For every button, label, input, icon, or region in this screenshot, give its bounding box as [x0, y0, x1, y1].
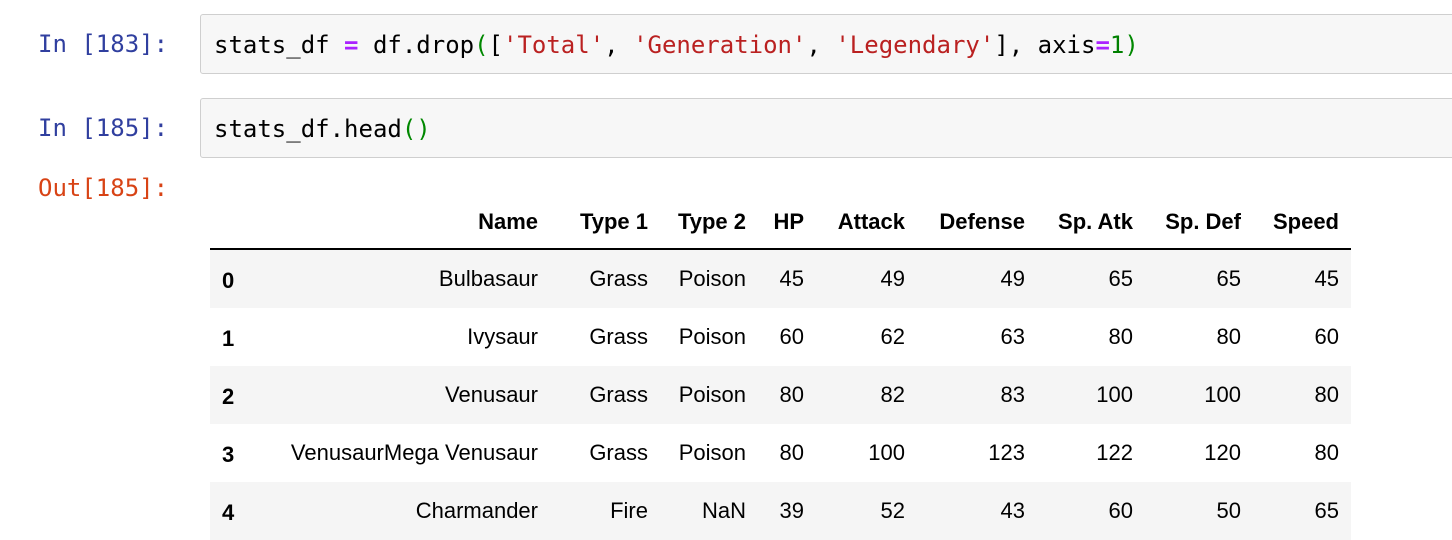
- column-header-sp-def: Sp. Def: [1133, 196, 1241, 250]
- code-token-paren: (: [474, 31, 489, 59]
- cell-defense: 63: [1000, 324, 1025, 349]
- cell-attack: 82: [880, 382, 905, 407]
- column-header-attack: Attack: [804, 196, 905, 250]
- cell-sp-atk: 100: [1096, 382, 1133, 407]
- column-header-speed: Speed: [1241, 196, 1351, 250]
- cell-attack: 62: [880, 324, 905, 349]
- cell-hp: 80: [779, 382, 804, 407]
- cell-type1: Grass: [589, 324, 648, 349]
- cell-name: Venusaur: [445, 382, 538, 407]
- cell-type1: Fire: [610, 498, 648, 523]
- column-header-name: Name: [270, 196, 550, 250]
- cell-type2: Poison: [678, 266, 746, 291]
- input-prompt: In [183]:: [38, 30, 169, 58]
- cell-speed: 65: [1314, 498, 1339, 523]
- code-token-plain: stats_df: [214, 31, 345, 59]
- cell-hp: 60: [779, 324, 804, 349]
- code-token-plain: ,: [604, 31, 634, 59]
- cell-sp-atk: 60: [1108, 498, 1133, 523]
- code-token-plain: stats_df.head: [214, 115, 402, 143]
- table-row: 3 VenusaurMega Venusaur Grass Poison 80 100 12…: [210, 424, 1351, 482]
- code-line: stats_df = df.drop(['Total', 'Generation…: [214, 30, 1139, 60]
- cell-name: Bulbasaur: [438, 266, 538, 291]
- cell-hp: 45: [779, 266, 804, 291]
- code-token-plain: ], axis: [994, 31, 1096, 59]
- cell-speed: 80: [1314, 382, 1339, 407]
- row-index: 3: [222, 442, 235, 467]
- cell-type1: Grass: [589, 382, 648, 407]
- table-header-row: Name Type 1 Type 2 HP Attack Defense Sp.…: [210, 196, 1351, 250]
- code-cell-183[interactable]: In [183]: stats_df = df.drop(['Total', '…: [0, 14, 1452, 74]
- code-token-plain: [: [488, 31, 503, 59]
- column-header-index: [210, 196, 270, 250]
- code-token-plain: ,: [806, 31, 836, 59]
- cell-sp-atk: 80: [1108, 324, 1133, 349]
- code-token-str: 'Generation': [633, 31, 807, 59]
- dataframe-output-table: Name Type 1 Type 2 HP Attack Defense Sp.…: [210, 196, 1351, 540]
- code-token-paren: ): [1124, 31, 1139, 59]
- code-token-plain: df.drop: [358, 31, 475, 59]
- cell-sp-def: 100: [1204, 382, 1241, 407]
- column-header-defense: Defense: [905, 196, 1025, 250]
- cell-hp: 39: [779, 498, 804, 523]
- row-index: 0: [222, 268, 235, 293]
- table-row: 0 Bulbasaur Grass Poison 45 49 49 65 65 45: [210, 249, 1351, 308]
- output-prompt: Out[185]:: [38, 174, 169, 202]
- cell-name: Ivysaur: [467, 324, 538, 349]
- row-index: 1: [222, 326, 235, 351]
- table-row: 2 Venusaur Grass Poison 80 82 83 100 100 80: [210, 366, 1351, 424]
- cell-type1: Grass: [589, 266, 648, 291]
- column-header-sp-atk: Sp. Atk: [1025, 196, 1133, 250]
- column-header-type2: Type 2: [648, 196, 746, 250]
- cell-sp-def: 50: [1216, 498, 1241, 523]
- code-token-num: 1: [1109, 31, 1125, 59]
- row-index: 4: [222, 500, 235, 525]
- cell-sp-def: 120: [1204, 440, 1241, 465]
- code-cell-185[interactable]: In [185]: stats_df.head(): [0, 98, 1452, 158]
- code-token-op: =: [1095, 31, 1110, 59]
- column-header-type1: Type 1: [550, 196, 648, 250]
- cell-speed: 80: [1314, 440, 1339, 465]
- cell-type2: Poison: [678, 440, 746, 465]
- code-input-area[interactable]: stats_df.head(): [200, 98, 1452, 158]
- cell-type2: NaN: [701, 498, 746, 523]
- code-token-op: =: [344, 31, 359, 59]
- code-input-area[interactable]: stats_df = df.drop(['Total', 'Generation…: [200, 14, 1452, 74]
- cell-type1: Grass: [589, 440, 648, 465]
- code-token-str: 'Legendary': [835, 31, 995, 59]
- cell-name: VenusaurMega Venusaur: [290, 440, 538, 465]
- cell-sp-atk: 122: [1096, 440, 1133, 465]
- code-line: stats_df.head(): [214, 114, 431, 144]
- input-prompt: In [185]:: [38, 114, 169, 142]
- cell-sp-def: 80: [1216, 324, 1241, 349]
- row-index: 2: [222, 384, 235, 409]
- cell-defense: 83: [1000, 382, 1025, 407]
- cell-attack: 49: [880, 266, 905, 291]
- cell-defense: 123: [988, 440, 1025, 465]
- cell-speed: 45: [1314, 266, 1339, 291]
- cell-type2: Poison: [678, 382, 746, 407]
- cell-type2: Poison: [678, 324, 746, 349]
- cell-attack: 100: [868, 440, 905, 465]
- table-row: 1 Ivysaur Grass Poison 60 62 63 80 80 60: [210, 308, 1351, 366]
- cell-sp-atk: 65: [1108, 266, 1133, 291]
- cell-sp-def: 65: [1216, 266, 1241, 291]
- code-token-str: 'Total': [503, 31, 605, 59]
- cell-defense: 49: [1000, 266, 1025, 291]
- table-row: 4 Charmander Fire NaN 39 52 43 60 50 65: [210, 482, 1351, 540]
- cell-defense: 43: [1000, 498, 1025, 523]
- code-token-paren: (): [401, 115, 431, 143]
- cell-name: Charmander: [415, 498, 538, 523]
- column-header-hp: HP: [746, 196, 804, 250]
- cell-speed: 60: [1314, 324, 1339, 349]
- cell-attack: 52: [880, 498, 905, 523]
- cell-hp: 80: [779, 440, 804, 465]
